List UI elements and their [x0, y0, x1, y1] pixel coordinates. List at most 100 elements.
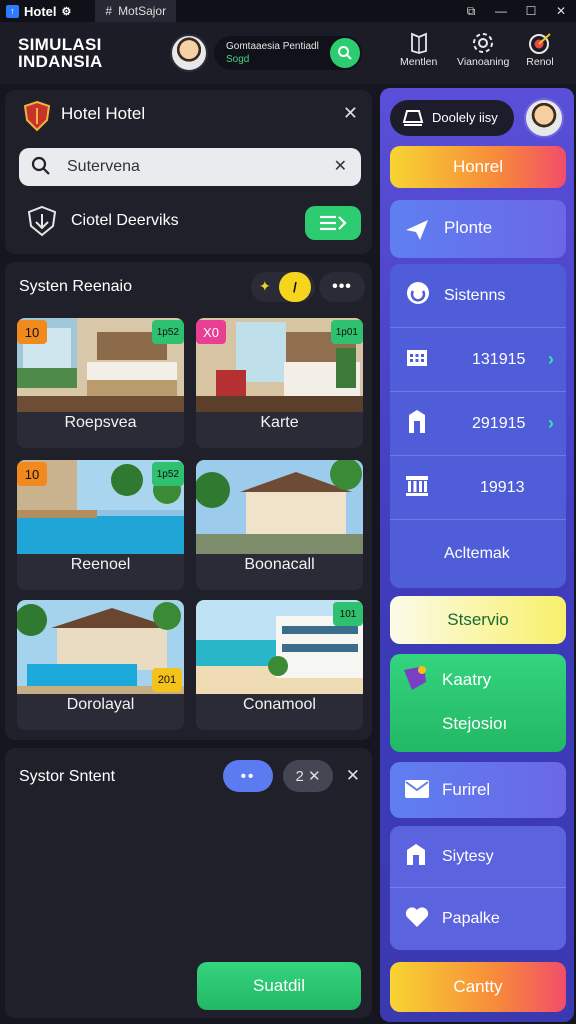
- tab-label: MotSajor: [118, 4, 167, 18]
- room-card[interactable]: 10 1p52 Roepsvea: [17, 318, 184, 448]
- stservio-button[interactable]: Stservio: [390, 596, 566, 644]
- app-logo-icon: ↑: [6, 4, 19, 18]
- bank-icon: [404, 472, 430, 503]
- gear-icon: [469, 30, 497, 56]
- sistenns-group: Sistenns 131915 › 291915 › 19913 Acltema…: [390, 264, 566, 588]
- building-icon: [404, 344, 430, 375]
- beach-card[interactable]: 101 Conamool: [196, 600, 363, 730]
- card-badge-right: 1p52: [151, 462, 184, 486]
- sidebar-row[interactable]: 19913: [390, 456, 566, 520]
- user-status: Sogd: [226, 54, 250, 65]
- shield-check-icon: [25, 204, 59, 243]
- card-badge-left: 10: [17, 320, 47, 344]
- siytesy-item[interactable]: Siytesy: [390, 826, 566, 888]
- chevron-right-icon[interactable]: ›: [548, 413, 554, 434]
- cantty-button[interactable]: Cantty: [390, 962, 566, 1012]
- menu-arrow-icon: [320, 215, 347, 231]
- close-icon[interactable]: ✕: [343, 103, 358, 124]
- sidebar-row[interactable]: 291915 ›: [390, 392, 566, 456]
- app-title: ↑ Hotel ⚙: [0, 4, 71, 19]
- minimize-icon[interactable]: —: [486, 0, 516, 22]
- deerviks-label: Ciotel Deerviks: [71, 212, 179, 229]
- maximize-icon[interactable]: ☐: [516, 0, 546, 22]
- search-icon: [31, 156, 51, 181]
- user-avatar[interactable]: [170, 34, 208, 72]
- panel-title: Hotel Hotel: [61, 104, 146, 123]
- search-icon: [338, 46, 352, 60]
- panel-title: Systen Reenaio: [19, 278, 132, 295]
- acltemak-item[interactable]: Acltemak: [390, 520, 566, 588]
- count-chip[interactable]: 2 ✕: [283, 760, 333, 792]
- heart-icon: [404, 905, 430, 934]
- card-label: Roepsvea: [64, 414, 137, 431]
- card-badge-right: 201: [152, 668, 182, 692]
- window-controls: ⧉ — ☐ ✕: [456, 0, 576, 22]
- edit-icon[interactable]: /: [279, 272, 311, 302]
- card-badge-left: X0: [196, 320, 226, 344]
- card-label: Conamool: [243, 696, 316, 713]
- user-pill[interactable]: Gomtaaesia Pentiadl Sogd: [214, 36, 362, 70]
- hotel-panel: Hotel Hotel ✕ Sutervena ✕ Ciotel Deervik…: [5, 90, 372, 254]
- restore-icon[interactable]: ⧉: [456, 0, 486, 22]
- menu-forward-button[interactable]: [305, 206, 361, 240]
- plonte-button[interactable]: Plonte: [390, 200, 566, 258]
- nav-vianoaning[interactable]: Vianoaning: [457, 30, 509, 68]
- resort-card[interactable]: 201 Dorolayal: [17, 600, 184, 730]
- refresh-icon: [404, 279, 432, 312]
- submit-button[interactable]: Suatdil: [197, 962, 361, 1010]
- card-label: Dorolayal: [66, 696, 135, 713]
- search-input[interactable]: Sutervena: [67, 158, 140, 176]
- dots-toggle[interactable]: ••: [223, 760, 273, 792]
- card-label: Karte: [260, 414, 299, 431]
- kaatry-card[interactable]: Kaatry Stejosioı: [390, 654, 566, 752]
- sistenns-item[interactable]: Sistenns: [390, 264, 566, 328]
- chevron-right-icon[interactable]: ›: [548, 349, 554, 370]
- edit-toggle[interactable]: ✦ /: [251, 272, 315, 302]
- grid-icon: #: [105, 4, 113, 18]
- user-name: Gomtaaesia Pentiadl: [226, 41, 319, 52]
- nav-renol[interactable]: Renol: [526, 30, 554, 68]
- settings-icon[interactable]: ⚙: [62, 5, 72, 18]
- search-button[interactable]: [330, 38, 360, 68]
- sidebar-row[interactable]: 131915 ›: [390, 328, 566, 392]
- papalke-item[interactable]: Papalke: [390, 888, 566, 950]
- app-header: SIMULASI INDANSIA Gomtaaesia Pentiadl So…: [0, 22, 576, 84]
- card-label: Boonacall: [244, 556, 315, 573]
- plane-icon: [404, 216, 430, 247]
- clear-search-icon[interactable]: ✕: [334, 156, 347, 176]
- sidebar-avatar[interactable]: [524, 98, 564, 138]
- status-panel: Systor Sntent •• 2 ✕ ✕ Suatdil: [5, 748, 372, 1018]
- book-icon: [405, 30, 433, 56]
- card-badge-left: 10: [17, 462, 47, 486]
- right-sidebar: Doolely iisy Honrel Plonte Sistenns 1319…: [380, 88, 574, 1022]
- search-field[interactable]: Sutervena ✕: [19, 148, 361, 186]
- honrel-button[interactable]: Honrel: [390, 146, 566, 188]
- brand-title: SIMULASI INDANSIA: [18, 35, 103, 71]
- siytesy-group: Siytesy Papalke: [390, 826, 566, 950]
- card-label: Reenoel: [70, 556, 131, 573]
- pool-card[interactable]: 10 1p52 Reenoel: [17, 460, 184, 590]
- furirel-button[interactable]: Furirel: [390, 762, 566, 818]
- car-pill[interactable]: Doolely iisy: [390, 100, 514, 136]
- villa-card[interactable]: Boonacall: [196, 460, 363, 590]
- card-badge-right: 1p01: [330, 320, 363, 344]
- mail-icon: [404, 779, 430, 804]
- card-badge-right: 1p52: [151, 320, 184, 344]
- car-icon: [402, 108, 424, 133]
- home-icon: [404, 841, 428, 872]
- panel-title: Systor Sntent: [19, 768, 116, 785]
- sparkle-icon: ✦: [259, 278, 271, 294]
- system-panel: Systen Reenaio ✦ / ••• 10 1p52 Roepsvea …: [5, 262, 372, 740]
- card-badge-right: 101: [333, 602, 363, 626]
- villa-image: [196, 460, 363, 554]
- app-name: Hotel: [24, 3, 57, 19]
- close-icon[interactable]: ✕: [346, 766, 360, 786]
- window-tab[interactable]: # MotSajor: [95, 0, 177, 22]
- room-card[interactable]: X0 1p01 Karte: [196, 318, 363, 448]
- door-icon: [404, 407, 430, 440]
- window-titlebar: ↑ Hotel ⚙ # MotSajor ⧉ — ☐ ✕: [0, 0, 576, 22]
- bag-icon: [400, 662, 430, 697]
- more-options-button[interactable]: •••: [319, 272, 365, 302]
- nav-mentlen[interactable]: Mentlen: [400, 30, 437, 68]
- close-window-icon[interactable]: ✕: [546, 0, 576, 22]
